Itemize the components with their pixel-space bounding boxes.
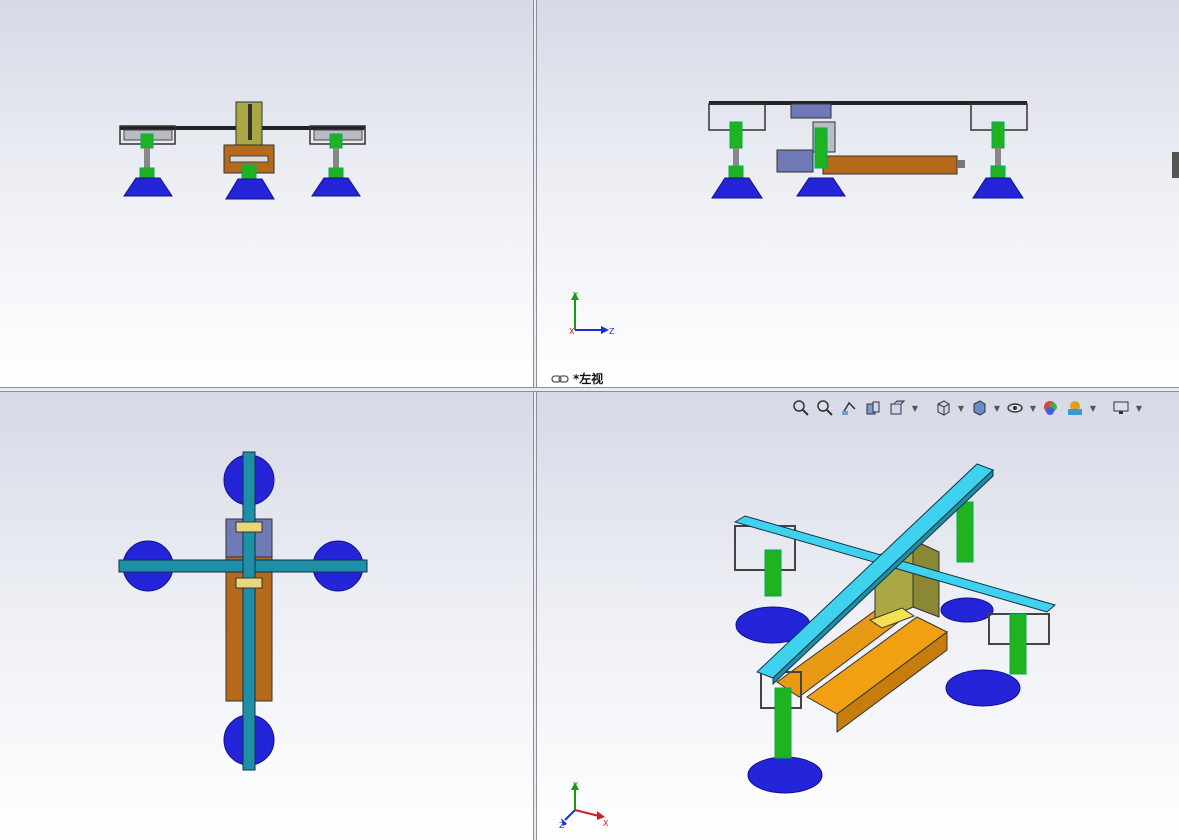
iso-spring-front: [774, 687, 792, 759]
isometric-view-viewport[interactable]: ▼ ▼ ▼ ▼ ▼ ▼ Y X Z: [537, 392, 1179, 840]
triad-x-label: X: [569, 327, 575, 336]
iso-cup-back-right: [940, 597, 994, 623]
top-view-model[interactable]: [0, 392, 533, 840]
center-cup: [225, 178, 275, 200]
iso-spring-right: [1009, 613, 1027, 675]
left-view-viewport[interactable]: Y Z X *左视: [537, 0, 1179, 387]
center-neck: [241, 164, 257, 180]
top-view-viewport[interactable]: [0, 392, 533, 840]
center-clamp: [229, 155, 269, 163]
iso-triad-x-label: X: [603, 819, 609, 828]
iso-triad-z-label: Z: [559, 821, 565, 830]
left-neck: [139, 167, 155, 179]
task-pane-tab[interactable]: [1172, 152, 1179, 178]
iso-triad-y-label: Y: [572, 781, 578, 790]
iso-cup-front: [747, 756, 823, 794]
left-spring: [140, 133, 154, 149]
side-right-spring: [991, 121, 1005, 149]
iso-cup-right: [945, 669, 1021, 707]
side-left-neck: [728, 165, 744, 179]
left-cup: [123, 177, 173, 197]
right-neck: [328, 167, 344, 179]
top-beam-vertical: [242, 451, 256, 771]
link-views-icon: [551, 374, 569, 383]
iso-coordinate-triad: Y X Z: [559, 781, 609, 830]
iso-spring-back-right: [956, 501, 974, 563]
side-center-cup: [796, 177, 846, 197]
side-cylinder: [822, 155, 958, 175]
right-cup: [311, 177, 361, 197]
viewport-splitter-horizontal[interactable]: [0, 387, 1179, 392]
triad-y-label: Y: [572, 291, 578, 300]
side-motor: [776, 149, 814, 173]
right-spring: [329, 133, 343, 149]
side-cylinder-rod: [957, 160, 965, 168]
triad-z-label: Z: [609, 327, 615, 336]
iso-spring-back-left: [764, 549, 782, 597]
side-top-block: [790, 103, 832, 119]
left-view-model[interactable]: [537, 0, 1179, 387]
side-right-cup: [972, 177, 1024, 199]
right-stem: [333, 148, 339, 170]
view-name-label: *左视: [551, 370, 603, 387]
side-left-cup: [711, 177, 763, 199]
coordinate-triad: Y Z X: [569, 291, 615, 336]
front-view-model[interactable]: [0, 0, 533, 387]
side-right-neck: [990, 165, 1006, 179]
top-pad-lower: [235, 577, 263, 589]
left-stem: [144, 148, 150, 170]
top-pad-upper: [235, 521, 263, 533]
center-rod: [248, 104, 252, 140]
view-name-text: *左视: [573, 372, 604, 386]
isometric-model[interactable]: [537, 392, 1179, 840]
side-right-stem: [995, 148, 1001, 168]
front-view-viewport[interactable]: [0, 0, 533, 387]
viewport-splitter-vertical[interactable]: [533, 0, 537, 840]
side-left-stem: [733, 148, 739, 168]
side-left-spring: [729, 121, 743, 149]
side-center-spring: [814, 127, 828, 169]
